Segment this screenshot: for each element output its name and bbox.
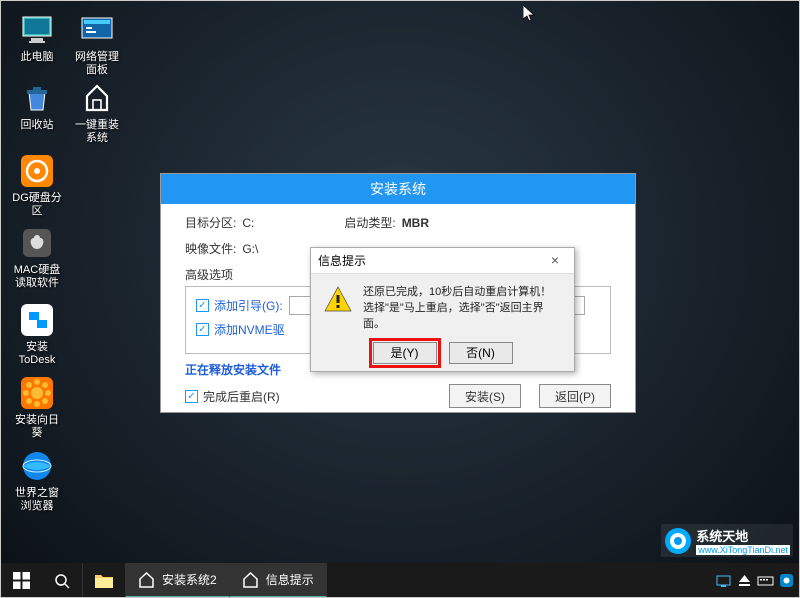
opt-add-boot-label: 添加引导(G): <box>214 297 283 314</box>
checkbox-add-nvme[interactable] <box>196 323 209 336</box>
image-file-value: G:\ <box>242 242 258 256</box>
dialog-line2: 选择"是"马上重启，选择"否"返回主界面。 <box>363 301 562 333</box>
install-button[interactable]: 安装(S) <box>449 384 521 408</box>
desktop-icon-network-panel[interactable]: 网络管理面板 <box>70 12 124 77</box>
system-tray <box>715 563 800 598</box>
icon-label: 一键重装系统 <box>70 119 124 145</box>
taskbar-search-icon[interactable] <box>42 563 83 598</box>
taskbar-app-dialog[interactable]: 信息提示 <box>230 563 327 598</box>
taskbar-app-label: 信息提示 <box>266 571 314 588</box>
opt-add-nvme-label: 添加NVME驱 <box>214 321 285 338</box>
watermark: 系统天地 www.XiTongTianDi.net <box>661 524 793 557</box>
taskbar-app-install[interactable]: 安装系统2 <box>126 563 230 598</box>
opt-reboot-label: 完成后重启(R) <box>203 388 280 405</box>
boot-type-value: MBR <box>402 216 429 230</box>
yes-button[interactable]: 是(Y) <box>373 342 437 364</box>
target-partition-label: 目标分区: <box>185 214 236 231</box>
icon-label: 此电脑 <box>10 51 64 64</box>
icon-label: 安装向日葵 <box>10 414 64 440</box>
icon-label: 网络管理面板 <box>70 51 124 77</box>
taskbar: 安装系统2 信息提示 <box>0 563 800 598</box>
desktop-icon-reinstall[interactable]: 一键重装系统 <box>70 80 124 145</box>
desktop-icon-browser[interactable]: 世界之窗浏览器 <box>10 448 64 513</box>
desktop-icon-recycle-bin[interactable]: 回收站 <box>10 80 64 132</box>
warning-icon <box>323 285 353 315</box>
icon-label: 世界之窗浏览器 <box>10 487 64 513</box>
icon-label: 回收站 <box>10 119 64 132</box>
desktop-icon-dg[interactable]: DG硬盘分区 <box>10 153 64 218</box>
dialog-title: 信息提示 <box>318 252 366 269</box>
tray-eject-icon[interactable] <box>736 572 753 589</box>
dialog-line1: 还原已完成，10秒后自动重启计算机！ <box>363 285 562 301</box>
desktop-icon-sunflower[interactable]: 安装向日葵 <box>10 375 64 440</box>
info-dialog: 信息提示 × 还原已完成，10秒后自动重启计算机！ 选择"是"马上重启，选择"否… <box>310 247 575 372</box>
icon-label: MAC硬盘读取软件 <box>10 264 64 290</box>
icon-label: 安装ToDesk <box>10 341 64 367</box>
desktop-icon-mac-disk[interactable]: MAC硬盘读取软件 <box>10 225 64 290</box>
back-button[interactable]: 返回(P) <box>539 384 611 408</box>
desktop-icon-this-pc[interactable]: 此电脑 <box>10 12 64 64</box>
taskbar-app-label: 安装系统2 <box>162 571 217 588</box>
window-title: 安装系统 <box>161 174 635 204</box>
desktop-icon-todesk[interactable]: 安装ToDesk <box>10 302 64 367</box>
icon-label: DG硬盘分区 <box>10 192 64 218</box>
tray-keyboard-icon[interactable] <box>757 572 774 589</box>
close-icon[interactable]: × <box>543 252 567 270</box>
checkbox-reboot-after[interactable] <box>185 390 198 403</box>
image-file-label: 映像文件: <box>185 240 236 257</box>
taskbar-file-explorer[interactable] <box>83 563 126 598</box>
boot-type-label: 启动类型: <box>344 214 395 231</box>
checkbox-add-boot[interactable] <box>196 299 209 312</box>
start-button[interactable] <box>0 563 42 598</box>
target-partition-value: C: <box>242 216 254 230</box>
tray-settings-icon[interactable] <box>778 572 795 589</box>
tray-icon[interactable] <box>715 572 732 589</box>
no-button[interactable]: 否(N) <box>449 342 513 364</box>
